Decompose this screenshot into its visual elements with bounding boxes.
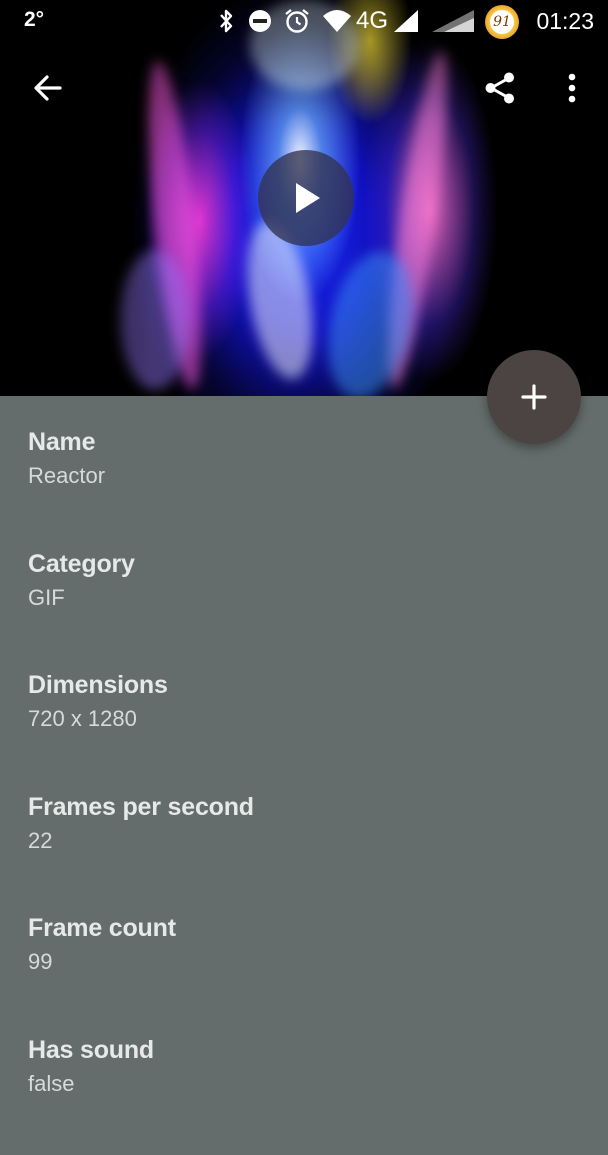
clock-text: 01:23 — [536, 8, 594, 35]
details-list: Name Reactor Category GIF Dimensions 720… — [28, 426, 568, 1155]
temperature-text: 2° — [24, 8, 44, 32]
detail-value: 720 x 1280 — [28, 703, 568, 735]
play-icon — [286, 178, 326, 218]
play-button[interactable] — [258, 150, 354, 246]
detail-label: Has sound — [28, 1034, 568, 1066]
detail-item-name: Name Reactor — [28, 426, 568, 548]
signal-secondary-icon — [430, 8, 476, 34]
status-bar: 2° 4G 91 01:23 — [0, 0, 608, 44]
notification-badge-icon: 91 — [485, 5, 519, 39]
badge-number: 91 — [490, 10, 514, 34]
detail-item-frame-count: Frame count 99 — [28, 912, 568, 1034]
detail-label: Frame count — [28, 912, 568, 944]
share-button[interactable] — [474, 62, 526, 114]
do-not-disturb-icon — [247, 8, 273, 34]
detail-label: Dimensions — [28, 669, 568, 701]
detail-label: Category — [28, 548, 568, 580]
detail-value: 99 — [28, 946, 568, 978]
detail-item-fps: Frames per second 22 — [28, 791, 568, 913]
share-icon — [482, 70, 518, 106]
detail-label: Frames per second — [28, 791, 568, 823]
detail-label: Name — [28, 426, 568, 458]
more-options-button[interactable] — [546, 62, 598, 114]
alarm-icon — [283, 8, 311, 34]
network-type-text: 4G — [356, 8, 388, 34]
arrow-back-icon — [31, 71, 65, 105]
bluetooth-icon — [216, 8, 236, 34]
detail-value: 22 — [28, 825, 568, 857]
detail-item-category: Category GIF — [28, 548, 568, 670]
more-vert-icon — [566, 71, 578, 105]
back-button[interactable] — [22, 62, 74, 114]
detail-item-dimensions: Dimensions 720 x 1280 — [28, 669, 568, 791]
detail-value: Reactor — [28, 460, 568, 492]
wifi-icon — [322, 8, 352, 34]
add-icon — [519, 382, 549, 412]
detail-value: GIF — [28, 582, 568, 614]
signal-icon — [392, 8, 420, 34]
detail-value: false — [28, 1068, 568, 1100]
detail-item-has-sound: Has sound false — [28, 1034, 568, 1155]
